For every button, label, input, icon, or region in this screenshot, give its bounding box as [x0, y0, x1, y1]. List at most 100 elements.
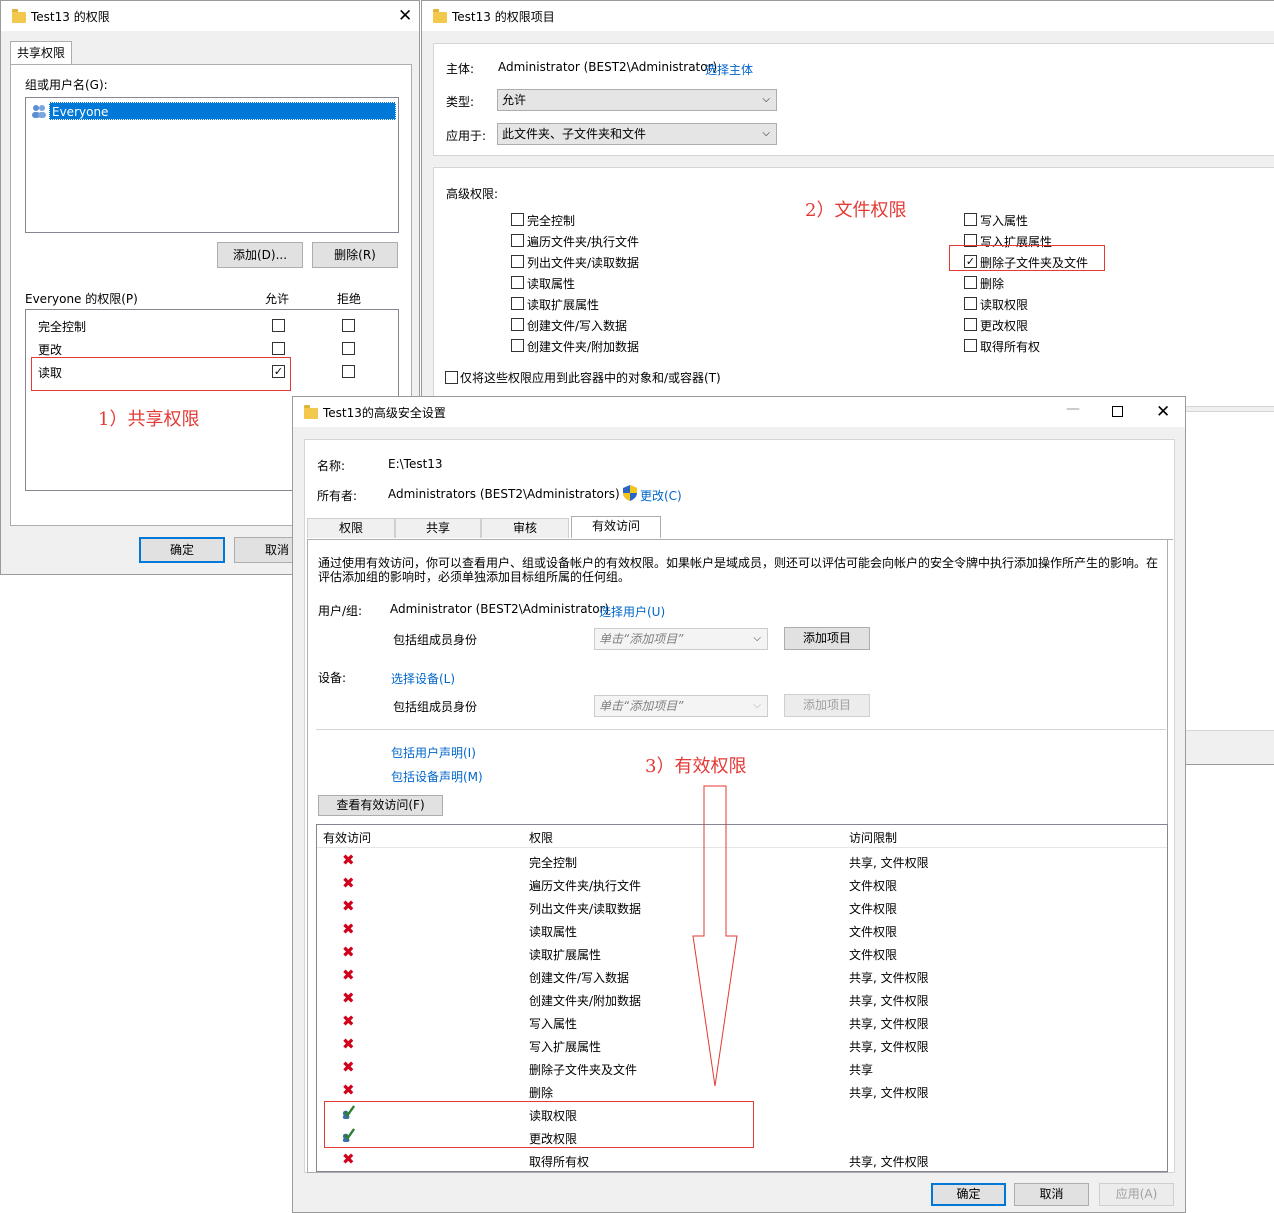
full-control-deny-checkbox[interactable] [342, 319, 355, 332]
group-label: 组或用户名(G): [25, 78, 108, 92]
col-effective-access[interactable]: 有效访问 [323, 829, 371, 846]
table-row[interactable]: ✖ 删除子文件夹及文件 共享 [317, 1059, 1167, 1079]
select-user-link[interactable]: 选择用户(U) [599, 603, 665, 620]
view-effective-access-button[interactable]: 查看有效访问(F) [318, 795, 443, 816]
row-access-limit: 共享, 文件权限 [849, 1086, 929, 1100]
device-group-select[interactable]: 单击“添加项目” ⌵ [594, 695, 768, 717]
perm-checkbox[interactable] [964, 318, 977, 331]
adv-window-title: Test13的高级安全设置 [323, 406, 446, 420]
tab-auditing[interactable]: 审核 [481, 518, 569, 538]
row-permission: 写入扩展属性 [529, 1040, 602, 1054]
perm-checkbox[interactable] [511, 234, 524, 247]
perm-checkbox-label: 写入属性 [980, 214, 1029, 228]
perm-checkbox[interactable] [511, 318, 524, 331]
share-annotation: 1）共享权限 [98, 409, 200, 430]
down-arrow-annotation [692, 785, 738, 1087]
tab-share-permissions[interactable]: 共享权限 [10, 41, 72, 65]
user-list[interactable]: Everyone [25, 97, 399, 233]
perm-checkbox[interactable] [511, 255, 524, 268]
users-icon [31, 103, 47, 119]
delete-subfolders-highlight-box [949, 245, 1105, 271]
row-access-limit: 共享, 文件权限 [849, 1155, 929, 1169]
table-row[interactable]: ✖ 取得所有权 共享, 文件权限 [317, 1151, 1167, 1171]
results-header: 有效访问 权限 访问限制 [317, 825, 1167, 848]
tab-strip: 权限 共享 审核 有效访问 [307, 516, 1173, 540]
table-row[interactable]: ✖ 创建文件夹/附加数据 共享, 文件权限 [317, 990, 1167, 1010]
perm-checkbox[interactable] [964, 339, 977, 352]
group-select[interactable]: 单击“添加项目” ⌵ [594, 628, 768, 650]
perm-checkbox[interactable] [511, 213, 524, 226]
close-icon[interactable]: ✕ [398, 6, 412, 26]
table-row[interactable]: ✖ 创建文件/写入数据 共享, 文件权限 [317, 967, 1167, 987]
table-row[interactable]: ✖ 遍历文件夹/执行文件 文件权限 [317, 875, 1167, 895]
deny-x-icon: ✖ [342, 966, 355, 984]
type-select[interactable]: 允许 ⌵ [497, 89, 777, 111]
adv-apply-button[interactable]: 应用(A) [1099, 1183, 1174, 1206]
applies-select-value: 此文件夹、子文件夹和文件 [502, 127, 647, 141]
table-row[interactable]: ✖ 写入扩展属性 共享, 文件权限 [317, 1036, 1167, 1056]
select-device-link[interactable]: 选择设备(L) [391, 670, 455, 687]
perm-checkbox[interactable] [511, 339, 524, 352]
tab-effective-access[interactable]: 有效访问 [571, 516, 661, 538]
applies-select[interactable]: 此文件夹、子文件夹和文件 ⌵ [497, 123, 777, 145]
perm-checkbox-label: 更改权限 [980, 319, 1029, 333]
adv-cancel-button[interactable]: 取消 [1014, 1183, 1089, 1206]
deny-x-icon: ✖ [342, 1035, 355, 1053]
perm-checkbox[interactable] [964, 276, 977, 289]
row-access-limit: 共享, 文件权限 [849, 1017, 929, 1031]
read-highlight-box [31, 357, 291, 391]
folder-icon [12, 9, 26, 23]
user-list-item[interactable]: Everyone [30, 102, 396, 120]
deny-header: 拒绝 [337, 292, 362, 306]
row-permission: 读取属性 [529, 925, 578, 939]
adv-ok-button[interactable]: 确定 [931, 1183, 1006, 1206]
row-access-limit: 文件权限 [849, 879, 898, 893]
entry-top-panel: 主体: Administrator (BEST2\Administrator) … [433, 43, 1274, 156]
deny-x-icon: ✖ [342, 920, 355, 938]
table-row[interactable]: ✖ 删除 共享, 文件权限 [317, 1082, 1167, 1102]
col-access-limit[interactable]: 访问限制 [849, 829, 897, 846]
change-owner-link[interactable]: 更改(C) [640, 487, 682, 504]
close-icon[interactable]: ✕ [1156, 402, 1170, 422]
deny-x-icon: ✖ [342, 943, 355, 961]
add-button[interactable]: 添加(D)... [217, 242, 303, 268]
perm-checkbox[interactable] [511, 276, 524, 289]
folder-icon [304, 405, 318, 419]
principal-value: Administrator (BEST2\Administrator) [498, 60, 718, 74]
share-ok-button[interactable]: 确定 [139, 537, 225, 563]
owner-value: Administrators (BEST2\Administrators) [388, 487, 620, 501]
include-user-claims-link[interactable]: 包括用户声明(I) [391, 744, 476, 761]
tab-share[interactable]: 共享 [395, 518, 481, 538]
table-row[interactable]: ✖ 读取属性 文件权限 [317, 921, 1167, 941]
advanced-label: 高级权限: [446, 187, 499, 201]
table-row[interactable]: ✖ 列出文件夹/读取数据 文件权限 [317, 898, 1167, 918]
perm-checkbox[interactable] [964, 297, 977, 310]
file-annotation: 2）文件权限 [805, 200, 907, 221]
apply-only-label: 仅将这些权限应用到此容器中的对象和/或容器(T) [460, 371, 721, 385]
apply-only-checkbox[interactable] [445, 371, 458, 384]
select-principal-link[interactable]: 选择主体 [705, 61, 753, 78]
table-row[interactable]: ✖ 写入属性 共享, 文件权限 [317, 1013, 1167, 1033]
tab-permissions[interactable]: 权限 [307, 518, 395, 538]
remove-button[interactable]: 删除(R) [312, 242, 398, 268]
row-access-limit: 共享, 文件权限 [849, 994, 929, 1008]
change-deny-checkbox[interactable] [342, 342, 355, 355]
perm-checkbox[interactable] [511, 297, 524, 310]
col-permission[interactable]: 权限 [529, 829, 553, 846]
add-item-button[interactable]: 添加项目 [784, 627, 870, 650]
user-group-value: Administrator (BEST2\Administrator) [390, 602, 610, 616]
applies-label: 应用于: [446, 129, 487, 143]
perm-checkbox-label: 列出文件夹/读取数据 [527, 256, 640, 270]
minimize-icon[interactable]: — [1066, 401, 1080, 417]
table-row[interactable]: ✖ 读取扩展属性 文件权限 [317, 944, 1167, 964]
add-device-item-button[interactable]: 添加项目 [784, 694, 870, 717]
change-allow-checkbox[interactable] [272, 342, 285, 355]
full-control-allow-checkbox[interactable] [272, 319, 285, 332]
read-deny-checkbox[interactable] [342, 365, 355, 378]
perm-checkbox-label: 完全控制 [527, 214, 576, 228]
perm-checkbox[interactable] [964, 213, 977, 226]
folder-icon [433, 9, 447, 23]
include-device-claims-link[interactable]: 包括设备声明(M) [391, 768, 483, 785]
maximize-icon[interactable] [1112, 406, 1123, 417]
table-row[interactable]: ✖ 完全控制 共享, 文件权限 [317, 852, 1167, 872]
